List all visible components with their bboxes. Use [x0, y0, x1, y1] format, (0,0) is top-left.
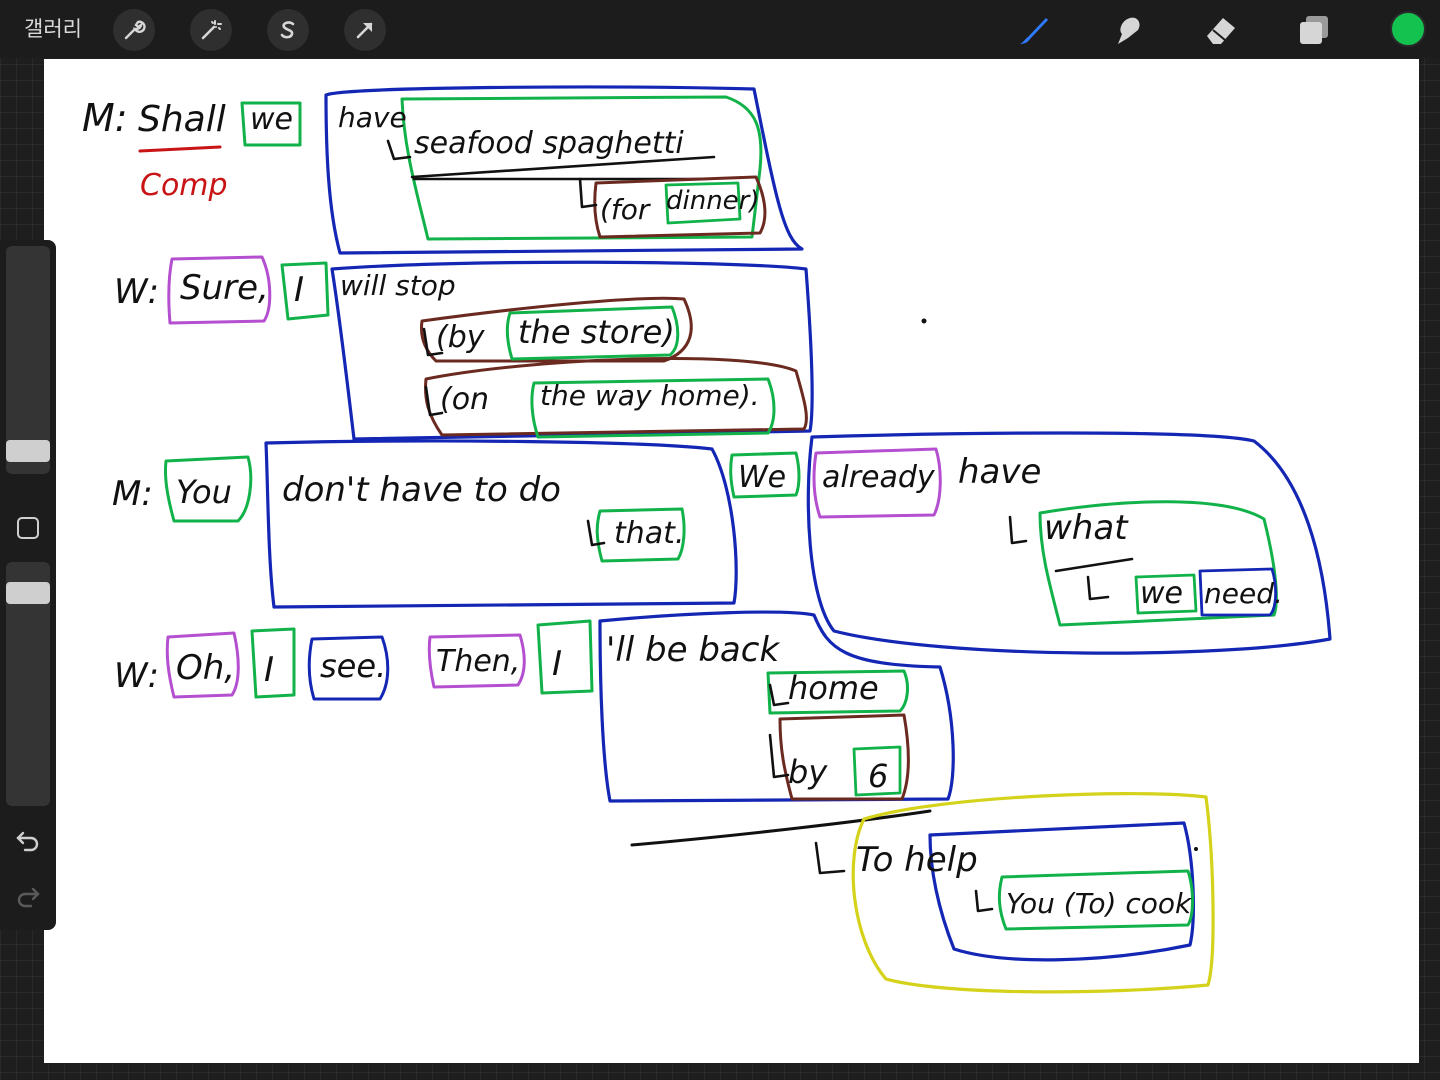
- line4-see: see.: [320, 647, 386, 685]
- magic-wand-icon[interactable]: [190, 9, 232, 51]
- box-seafood: [400, 95, 763, 241]
- line1-seafood: seafood spaghetti: [414, 126, 684, 161]
- line4-be-back: 'll be back: [606, 630, 780, 670]
- line2-sure: Sure,: [180, 268, 269, 308]
- active-color-swatch[interactable]: [1390, 11, 1426, 47]
- brush-icon[interactable]: [1016, 12, 1052, 48]
- line4-oh: Oh,: [176, 648, 235, 688]
- line2-speaker: W:: [114, 272, 159, 312]
- line3-you: You: [176, 473, 232, 511]
- line2-will-stop: will stop: [340, 269, 456, 302]
- comp-underline: [138, 145, 222, 153]
- left-sidebar: [0, 240, 56, 930]
- line2-by: (by: [436, 320, 486, 355]
- top-toolbar: 갤러리: [0, 0, 1440, 58]
- layers-icon[interactable]: [1296, 12, 1332, 48]
- line1-we: we: [250, 102, 293, 137]
- wrench-icon[interactable]: [113, 9, 155, 51]
- selection-s-icon[interactable]: [267, 9, 309, 51]
- line2-the-store: the store): [518, 313, 675, 351]
- line4-by: by: [788, 753, 828, 791]
- brush-size-slider[interactable]: [6, 440, 50, 462]
- line4-6: 6: [868, 757, 888, 795]
- line4-to-help: To help: [856, 840, 978, 880]
- line3-we2: we: [1140, 576, 1183, 611]
- line1-shall: Shall: [138, 99, 226, 140]
- line4-then: Then,: [436, 644, 520, 679]
- drawing-canvas[interactable]: M: Shall we have seafood spaghetti (for …: [44, 59, 1419, 1063]
- underline-what: [1054, 557, 1134, 573]
- line4-speaker: W:: [114, 656, 159, 696]
- line3-already: already: [822, 460, 936, 495]
- line4-home: home: [788, 669, 879, 707]
- line3-we: We: [738, 460, 786, 495]
- gallery-button[interactable]: 갤러리: [24, 16, 82, 42]
- line2-i: I: [294, 270, 304, 310]
- line2-way-home: the way home).: [540, 379, 760, 412]
- line1-have: have: [338, 101, 407, 134]
- line1-speaker: M:: [82, 96, 128, 140]
- line4-you-cook: You (To) cook: [1006, 887, 1193, 920]
- box-i-line4b: [536, 619, 594, 695]
- line3-need: need.: [1204, 577, 1283, 610]
- line1-dinner: dinner): [666, 186, 760, 216]
- smudge-icon[interactable]: [1110, 12, 1146, 48]
- box-i-line2: [280, 261, 330, 321]
- line1-comp: Comp: [140, 168, 228, 203]
- line3-have: have: [958, 452, 1041, 492]
- line1-for: (for: [600, 193, 651, 226]
- line4-i2: I: [552, 644, 562, 684]
- line3-speaker: M:: [112, 474, 153, 514]
- eyedropper-square-button[interactable]: [17, 517, 39, 539]
- redo-icon[interactable]: [14, 882, 42, 910]
- undo-icon[interactable]: [14, 826, 42, 854]
- eraser-icon[interactable]: [1203, 12, 1239, 48]
- line4-i: I: [264, 650, 274, 690]
- opacity-slider[interactable]: [6, 582, 50, 604]
- move-arrow-icon[interactable]: [344, 9, 386, 51]
- line3-dont-have: don't have to do: [282, 470, 561, 510]
- line2-on: (on: [440, 382, 489, 417]
- handwriting-layer: M: Shall we have seafood spaghetti (for …: [82, 85, 1332, 994]
- line3-what: what: [1044, 508, 1129, 548]
- line3-that: that.: [614, 516, 684, 551]
